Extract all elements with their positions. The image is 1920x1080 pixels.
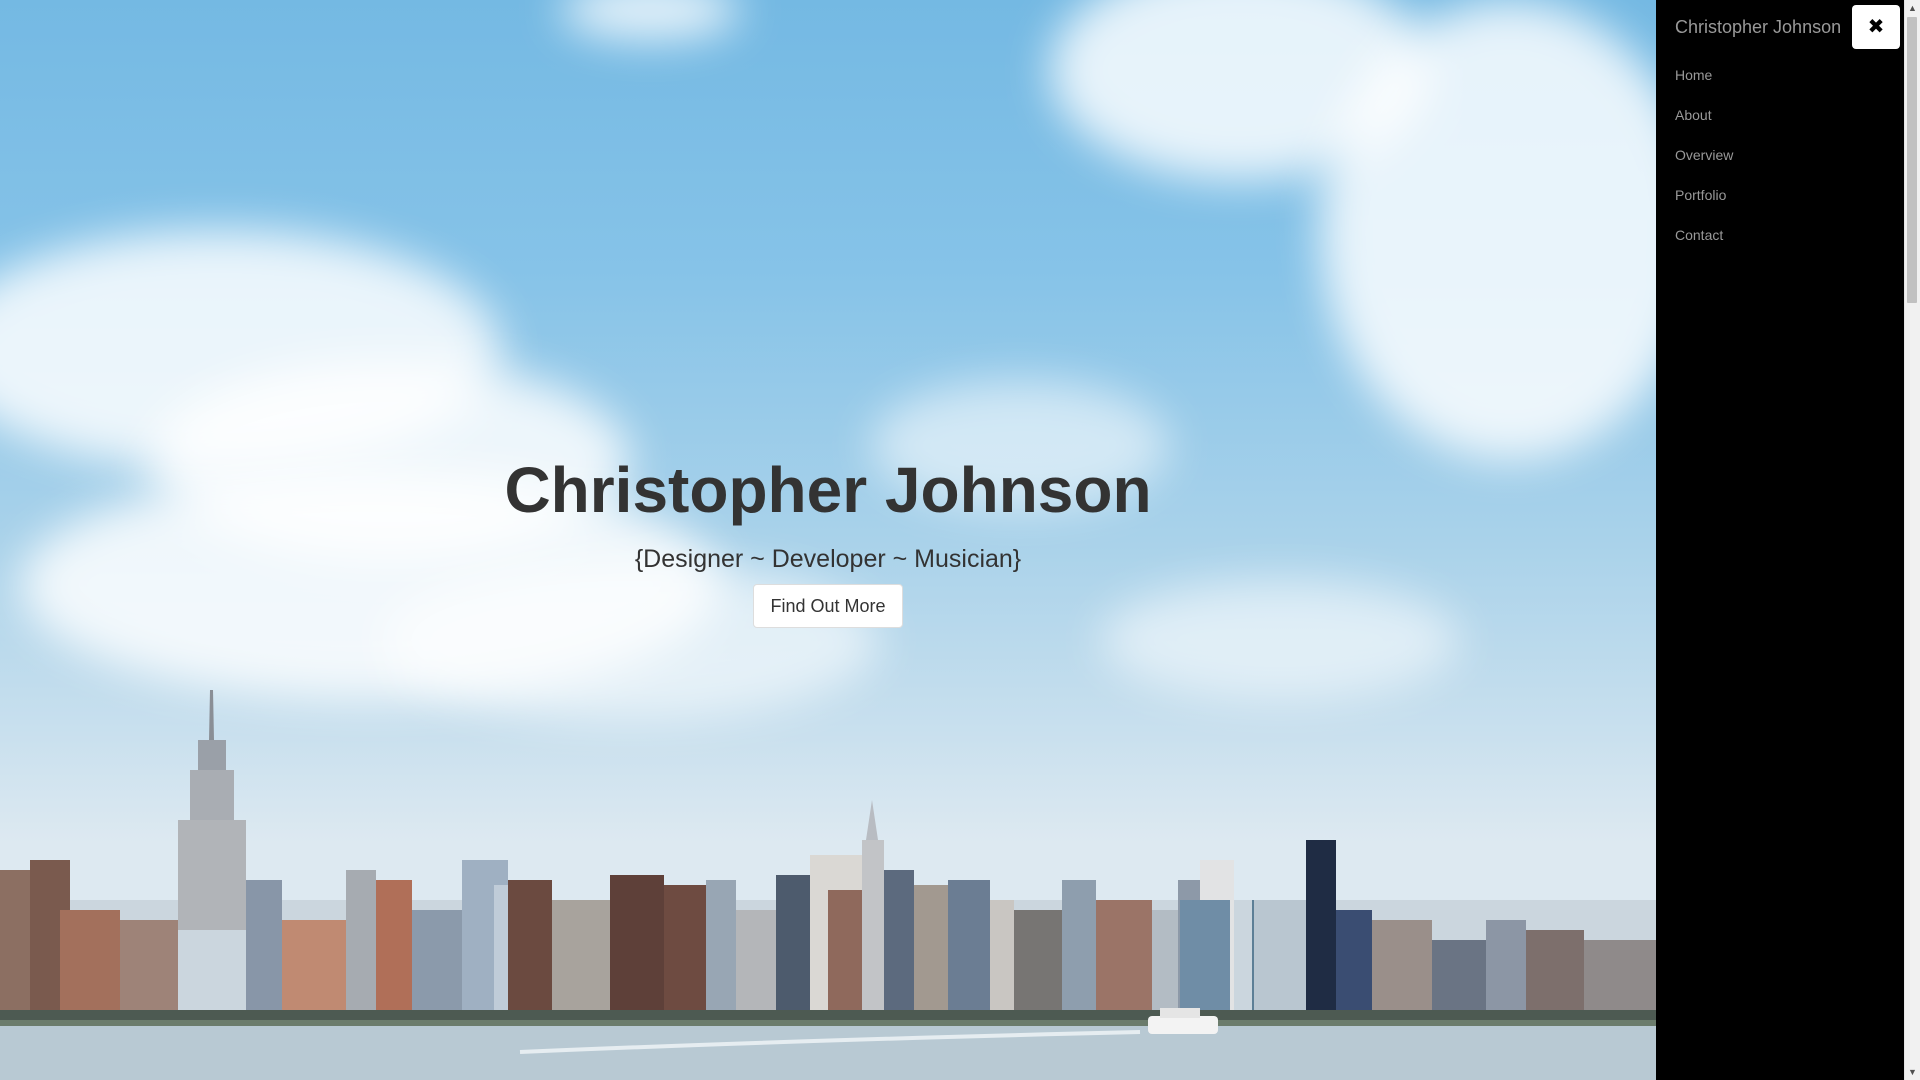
- hero-section: Christopher Johnson {Designer ~ Develope…: [0, 0, 1656, 1080]
- hero-content: Christopher Johnson {Designer ~ Develope…: [0, 448, 1656, 628]
- sidebar-item-about[interactable]: About: [1656, 95, 1904, 135]
- page: Christopher Johnson {Designer ~ Develope…: [0, 0, 1920, 1080]
- scrollbar-thumb[interactable]: [1907, 17, 1917, 303]
- hero-title: Christopher Johnson: [504, 454, 1152, 526]
- sidebar-nav: Christopher Johnson ✖ Home About Overvie…: [1656, 0, 1904, 1080]
- sidebar-item-overview[interactable]: Overview: [1656, 135, 1904, 175]
- scroll-down-icon[interactable]: ▼: [1905, 1064, 1920, 1080]
- sidebar-brand[interactable]: Christopher Johnson: [1675, 14, 1841, 40]
- close-sidebar-button[interactable]: ✖: [1852, 5, 1900, 49]
- sidebar-item-contact[interactable]: Contact: [1656, 215, 1904, 255]
- close-icon: ✖: [1867, 16, 1885, 38]
- page-scrollbar[interactable]: ▲ ▼: [1904, 0, 1920, 1080]
- scroll-up-icon[interactable]: ▲: [1905, 0, 1920, 16]
- find-out-more-button[interactable]: Find Out More: [753, 584, 903, 628]
- sidebar-item-portfolio[interactable]: Portfolio: [1656, 175, 1904, 215]
- hero-subtitle: {Designer ~ Developer ~ Musician}: [634, 545, 1022, 573]
- sidebar-item-home[interactable]: Home: [1656, 55, 1904, 95]
